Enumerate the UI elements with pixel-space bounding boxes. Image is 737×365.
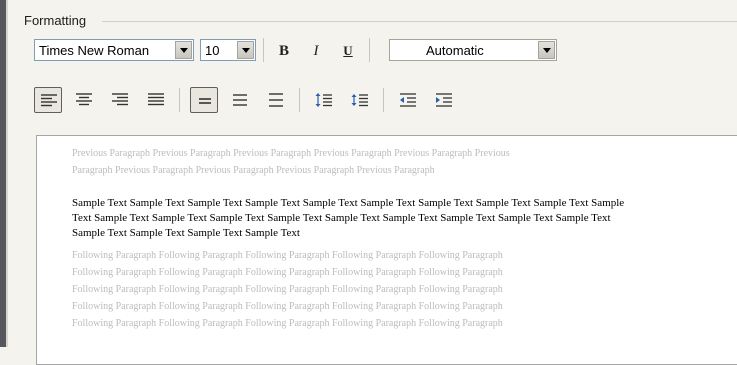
- toolbar-separator: [179, 88, 180, 112]
- justify-button[interactable]: [142, 87, 170, 113]
- align-left-icon: [41, 94, 57, 107]
- paragraph-preview: Previous Paragraph Previous Paragraph Pr…: [36, 135, 737, 365]
- preview-line: Following Paragraph Following Paragraph …: [72, 318, 503, 329]
- font-name-value: Times New Roman: [39, 43, 150, 58]
- increase-indent-button[interactable]: [430, 87, 458, 113]
- toolbar-separator: [299, 88, 300, 112]
- italic-button[interactable]: I: [305, 41, 327, 61]
- single-spacing-button[interactable]: [190, 87, 218, 113]
- window-left-edge-highlight: [6, 0, 8, 347]
- group-divider: [102, 21, 737, 22]
- double-spacing-icon: [269, 93, 283, 107]
- single-spacing-icon: [199, 98, 211, 104]
- align-right-icon: [112, 93, 128, 106]
- decrease-indent-icon: [400, 93, 416, 107]
- decrease-paragraph-spacing-button[interactable]: [346, 87, 374, 113]
- following-paragraph: Following Paragraph Following Paragraph …: [72, 247, 712, 332]
- double-spacing-button[interactable]: [262, 87, 290, 113]
- preview-line: Following Paragraph Following Paragraph …: [72, 250, 503, 261]
- chevron-down-icon[interactable]: [237, 41, 254, 59]
- preview-line: Following Paragraph Following Paragraph …: [72, 267, 503, 278]
- align-right-button[interactable]: [106, 87, 134, 113]
- toolbar-separator: [263, 38, 264, 62]
- toolbar-separator: [383, 88, 384, 112]
- font-toolbar: Times New Roman 10 B I U Automatic: [34, 38, 734, 65]
- previous-paragraph: Previous Paragraph Previous Paragraph Pr…: [72, 145, 712, 179]
- chevron-down-icon[interactable]: [175, 41, 192, 59]
- font-name-combo[interactable]: Times New Roman: [34, 39, 194, 61]
- sample-paragraph: Sample Text Sample Text Sample Text Samp…: [72, 196, 712, 241]
- decrease-indent-button[interactable]: [394, 87, 422, 113]
- font-color-combo[interactable]: Automatic: [389, 39, 557, 61]
- paragraph-toolbar: [34, 87, 634, 117]
- font-size-combo[interactable]: 10: [200, 39, 256, 61]
- preview-line: Previous Paragraph Previous Paragraph Pr…: [72, 148, 510, 159]
- chevron-down-icon[interactable]: [538, 41, 555, 59]
- align-left-button[interactable]: [34, 87, 62, 113]
- preview-line: Paragraph Previous Paragraph Previous Pa…: [72, 165, 435, 176]
- preview-line: Following Paragraph Following Paragraph …: [72, 301, 503, 312]
- increase-paragraph-spacing-button[interactable]: [310, 87, 338, 113]
- preview-line: Text Sample Text Sample Text Sample Text…: [72, 212, 611, 224]
- font-size-value: 10: [205, 43, 220, 58]
- align-center-icon: [76, 93, 92, 106]
- toolbar-separator: [369, 38, 370, 62]
- align-center-button[interactable]: [70, 87, 98, 113]
- formatting-group-title: Formatting: [24, 13, 91, 28]
- decrease-paragraph-spacing-icon: [351, 94, 368, 107]
- preview-line: Sample Text Sample Text Sample Text Samp…: [72, 197, 625, 209]
- bold-button[interactable]: B: [273, 41, 295, 61]
- underline-button[interactable]: U: [337, 41, 359, 61]
- increase-indent-icon: [436, 93, 452, 107]
- one-and-half-spacing-button[interactable]: [226, 87, 254, 113]
- justify-icon: [148, 93, 164, 106]
- increase-paragraph-spacing-icon: [315, 93, 332, 107]
- preview-line: Sample Text Sample Text Sample Text Samp…: [72, 227, 300, 239]
- preview-line: Following Paragraph Following Paragraph …: [72, 284, 503, 295]
- font-color-value: Automatic: [426, 43, 484, 58]
- one-and-half-spacing-icon: [233, 94, 247, 106]
